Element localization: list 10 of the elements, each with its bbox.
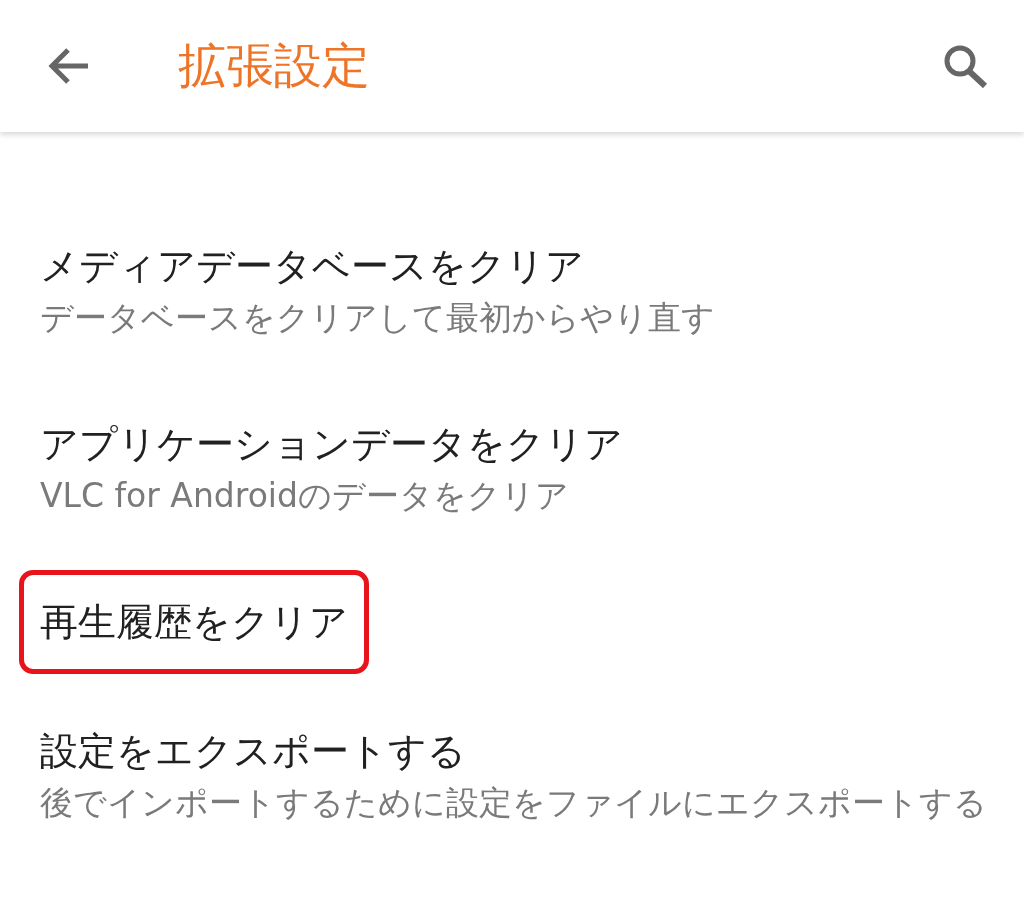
setting-title[interactable]: 設定をエクスポートする <box>40 726 466 776</box>
setting-title[interactable]: メディアデータベースをクリア <box>40 241 584 291</box>
back-arrow-icon[interactable] <box>48 46 90 86</box>
search-icon[interactable] <box>942 44 988 88</box>
setting-description: VLC for Androidのデータをクリア <box>40 475 570 517</box>
setting-title[interactable]: アプリケーションデータをクリア <box>40 419 623 469</box>
setting-description: データベースをクリアして最初からやり直す <box>40 297 716 339</box>
screen-title: 拡張設定 <box>178 36 371 95</box>
setting-description: 後でインポートするために設定をファイルにエクスポートする <box>40 782 988 824</box>
setting-title[interactable]: 再生履歴をクリア <box>19 570 369 674</box>
